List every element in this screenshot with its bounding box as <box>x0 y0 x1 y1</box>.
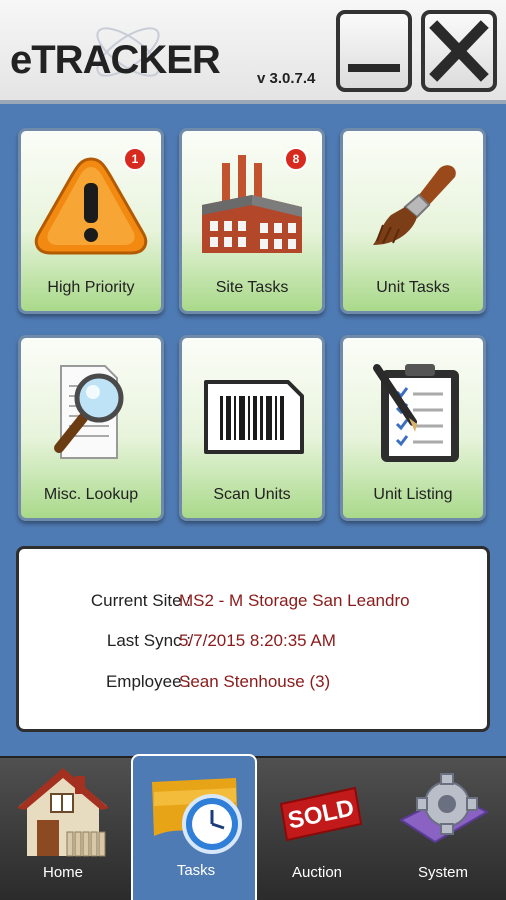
current-site-label: Current Site : <box>90 591 191 610</box>
site-tasks-badge: 8 <box>284 147 308 171</box>
app-header: eTRACKER v 3.0.7.4 <box>0 0 506 104</box>
nav-tasks[interactable]: Tasks <box>131 754 257 900</box>
unit-listing-label: Unit Listing <box>373 486 453 503</box>
scan-units-tile[interactable]: Scan Units <box>179 335 325 521</box>
unit-tasks-tile[interactable]: Unit Tasks <box>340 128 486 314</box>
employee-value: Sean Stenhouse (3) <box>179 672 331 691</box>
app-title: eTRACKER <box>10 38 221 82</box>
last-sync-value: 5/7/2015 8:20:35 AM <box>179 631 336 650</box>
last-sync-row: Last Sync : 5/7/2015 8:20:35 AM <box>19 631 489 657</box>
high-priority-badge: 1 <box>123 147 147 171</box>
nav-auction[interactable]: SOLD Auction <box>254 758 380 900</box>
site-tasks-label: Site Tasks <box>215 279 289 296</box>
nav-home[interactable]: Home <box>0 758 126 900</box>
minimize-button[interactable] <box>336 10 412 92</box>
gear-icon <box>398 773 490 844</box>
house-icon <box>17 768 109 857</box>
etracker-logo: eTRACKER <box>10 8 221 98</box>
magnifier-document-icon <box>54 365 124 459</box>
high-priority-tile[interactable]: 1 High Priority <box>18 128 164 314</box>
current-site-row: Current Site : MS2 - M Storage San Leand… <box>19 591 489 617</box>
nav-system-label: System <box>417 864 468 881</box>
paintbrush-icon <box>373 165 456 245</box>
nav-auction-label: Auction <box>291 864 343 881</box>
close-icon <box>429 20 489 82</box>
close-button[interactable] <box>421 10 497 92</box>
high-priority-label: High Priority <box>47 279 135 296</box>
nav-system[interactable]: System <box>380 758 506 900</box>
misc-lookup-tile[interactable]: Misc. Lookup <box>18 335 164 521</box>
current-site-value: MS2 - M Storage San Leandro <box>179 591 410 610</box>
app-version: v 3.0.7.4 <box>257 70 316 87</box>
clock-icon <box>152 778 242 854</box>
bottom-nav: Home Tasks SOLD Auction System <box>0 754 506 900</box>
nav-tasks-label: Tasks <box>176 862 216 879</box>
nav-home-label: Home <box>42 864 83 881</box>
scan-units-label: Scan Units <box>213 486 291 503</box>
barcode-icon <box>204 380 304 454</box>
unit-tasks-label: Unit Tasks <box>376 279 450 296</box>
status-info-panel: Current Site : MS2 - M Storage San Leand… <box>16 546 490 732</box>
sold-sign-icon: SOLD <box>279 786 363 842</box>
site-tasks-tile[interactable]: 8 Site Tasks <box>179 128 325 314</box>
clipboard-checklist-icon <box>373 364 459 462</box>
minimize-icon <box>348 64 400 72</box>
misc-lookup-label: Misc. Lookup <box>43 486 139 503</box>
unit-listing-tile[interactable]: Unit Listing <box>340 335 486 521</box>
employee-row: Employee : Sean Stenhouse (3) <box>19 672 489 698</box>
